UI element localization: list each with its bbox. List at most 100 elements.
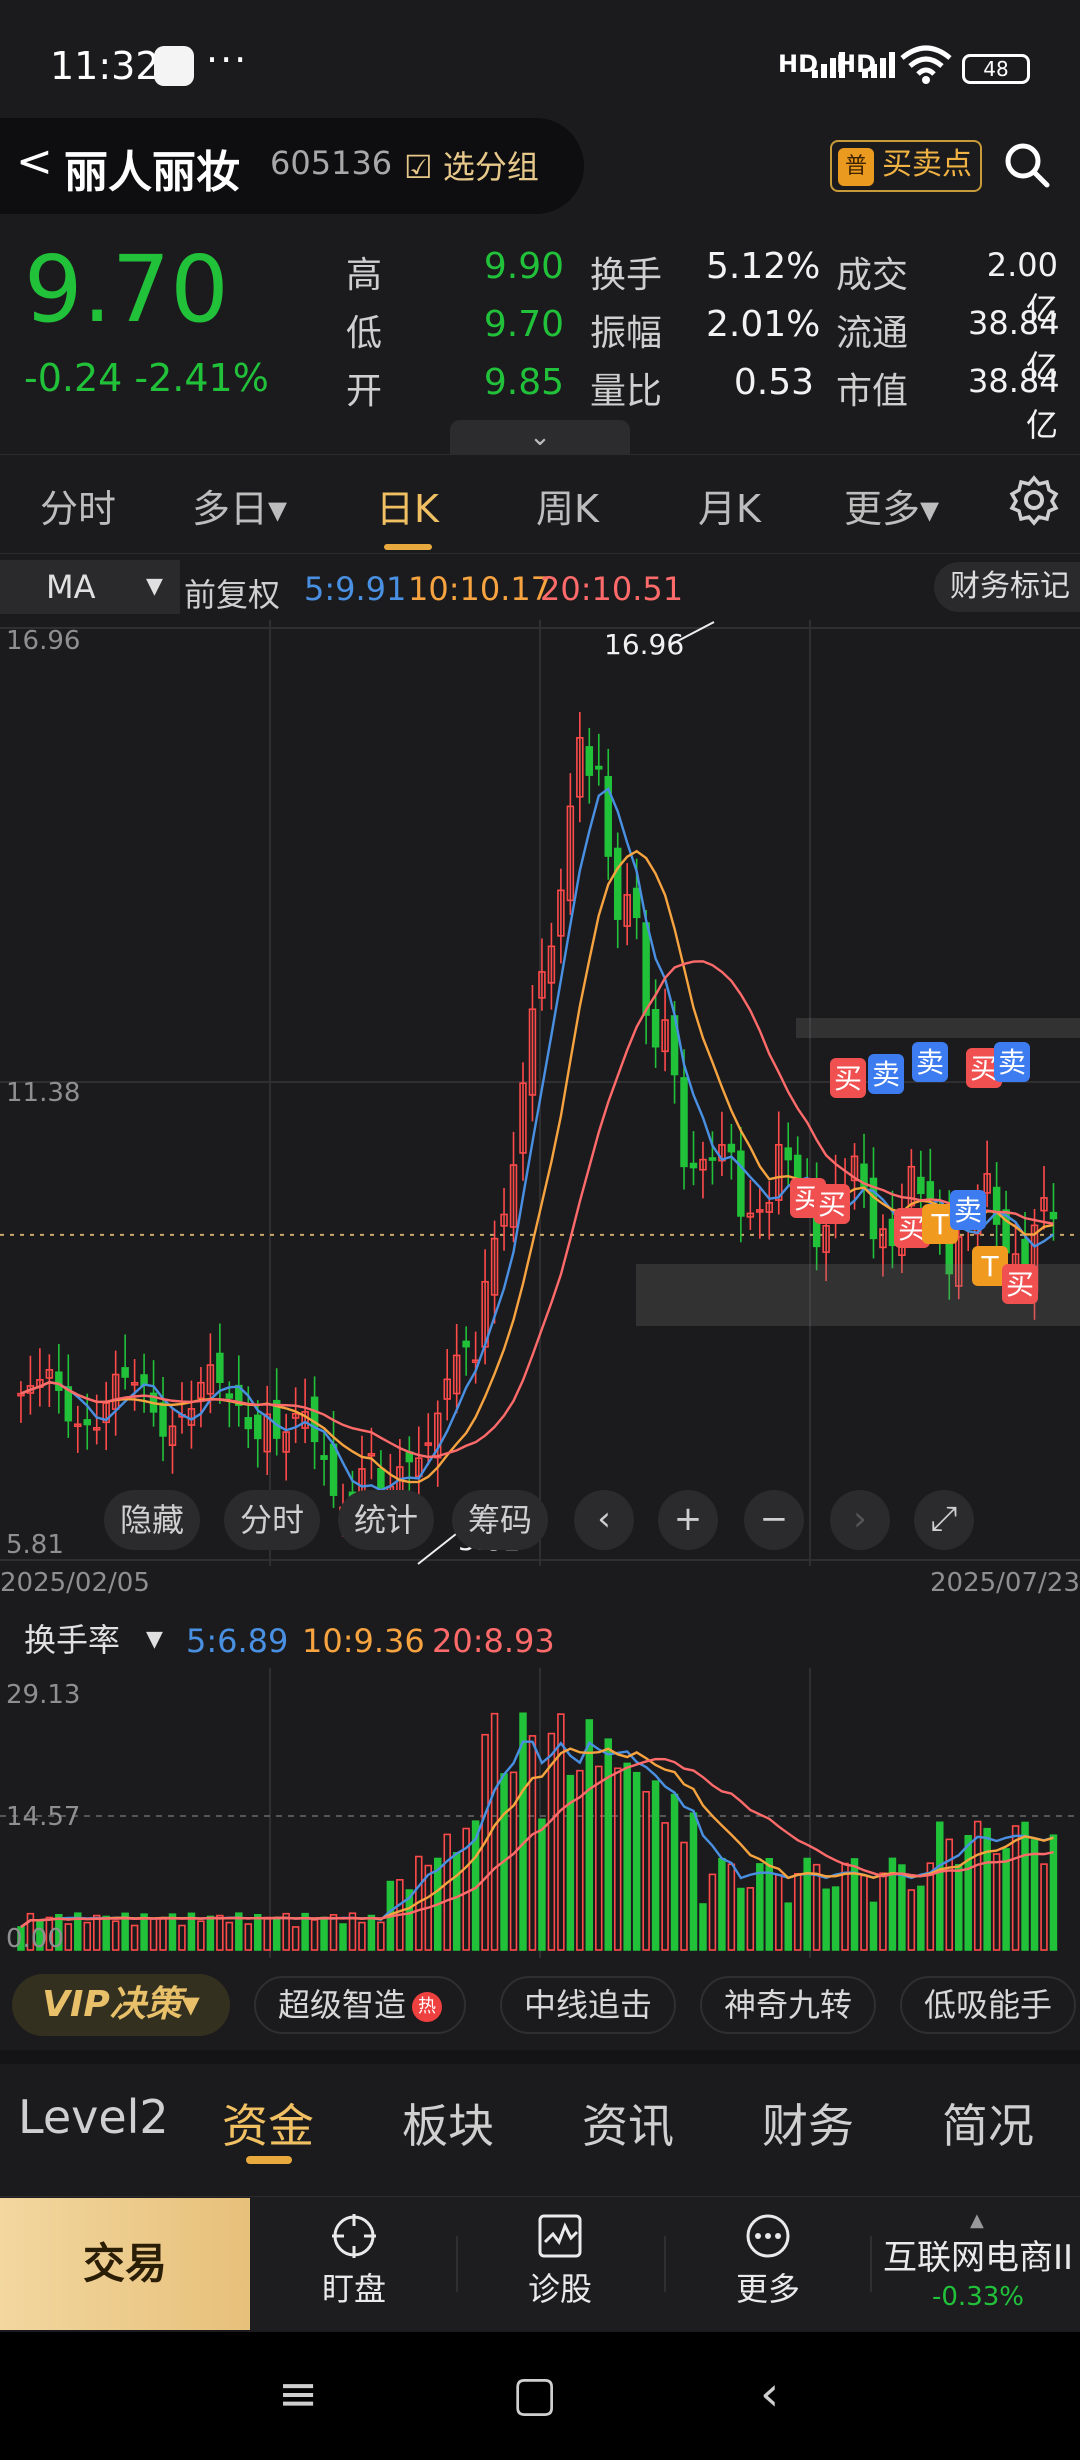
turnover-bar <box>509 1771 518 1951</box>
turnover-bar <box>595 1765 603 1951</box>
prev-icon[interactable]: ‹ <box>574 1490 634 1550</box>
stock-name: 丽人丽妆 <box>64 147 240 198</box>
chart-control-0[interactable]: 隐藏 <box>104 1490 200 1550</box>
candle-body <box>613 847 622 920</box>
chart-control-1[interactable]: 分时 <box>224 1490 320 1550</box>
menu-icon[interactable]: ≡ <box>278 2366 318 2422</box>
candle-body <box>329 1443 338 1496</box>
select-group-button[interactable]: ☑ 选分组 <box>404 142 539 188</box>
turnover-chart[interactable] <box>0 1668 1080 1958</box>
bottom-tab-0[interactable]: Level2 <box>18 2090 169 2144</box>
ma10-value: 10:10.17 <box>408 570 552 608</box>
turnover-bar <box>291 1926 300 1951</box>
strategy-chip-3[interactable]: 低吸能手 <box>900 1976 1077 2034</box>
diagnose-label: 诊股 <box>527 2270 592 2308</box>
chart-icon <box>538 2214 582 2258</box>
pu-badge-icon: 普 <box>838 148 874 186</box>
turnover-bar <box>973 1820 982 1951</box>
turnover-bar <box>1040 1863 1048 1951</box>
buy-sell-points-button[interactable]: 普 买卖点 <box>830 140 982 192</box>
marker-label-3: 买 <box>970 1052 998 1085</box>
candle-body <box>254 1414 262 1440</box>
finance-mark-button[interactable]: 财务标记 <box>934 562 1080 612</box>
turnover-bar <box>443 1833 451 1951</box>
expand-up-icon[interactable]: ▲ <box>970 2210 984 2231</box>
turnover-bar <box>917 1885 925 1951</box>
strategy-chip-1[interactable]: 中线追击 <box>500 1976 677 2034</box>
turnover-bar <box>680 1841 688 1951</box>
zoom-out-icon[interactable]: − <box>744 1490 804 1550</box>
ma5-value: 5:9.91 <box>304 570 407 608</box>
marker-label-11: 买 <box>1006 1268 1034 1301</box>
sub-indicator-select[interactable]: 换手率 ▼ <box>0 1612 180 1668</box>
fullscreen-icon[interactable]: ⤢ <box>914 1490 974 1550</box>
marker-label-7: 买 <box>898 1212 926 1245</box>
candle-body <box>216 1352 224 1384</box>
turnover-bar <box>92 1914 101 1951</box>
marker-label-0: 买 <box>834 1062 862 1095</box>
industry-name[interactable]: 互联网电商II <box>876 2230 1080 2279</box>
candle-body <box>917 1176 925 1195</box>
candle-body <box>992 1186 1001 1225</box>
strategy-chip-2[interactable]: 神奇九转 <box>700 1976 877 2034</box>
tab-2[interactable]: 日K <box>376 478 439 533</box>
bottom-tab-5[interactable]: 简况 <box>942 2090 1034 2156</box>
vip-decision-button[interactable]: VIP决策▾ <box>12 1974 230 2036</box>
stat-value-8: 38.84亿 <box>968 362 1060 444</box>
expand-quote-button[interactable]: ⌄ <box>450 420 630 454</box>
back-icon[interactable]: < <box>16 136 53 187</box>
strategy-chip-0[interactable]: 超级智造热 <box>254 1976 467 2034</box>
gear-icon[interactable] <box>1008 474 1060 526</box>
stat-label-4: 振幅 <box>590 313 663 354</box>
dropdown-arrow-icon: ▼ <box>146 574 163 599</box>
date-end: 2025/07/23 <box>930 1568 1080 1598</box>
stock-title-bar: < 丽人丽妆 605136 ☑ 选分组 <box>0 118 584 214</box>
adjust-mode[interactable]: 前复权 <box>184 570 280 616</box>
battery-icon: 48 <box>962 54 1030 84</box>
candle-body <box>595 765 603 770</box>
zoom-in-icon[interactable]: + <box>658 1490 718 1550</box>
turnover-bar <box>831 1886 840 1951</box>
turnover-bar <box>746 1887 755 1951</box>
turnover-bar <box>689 1812 698 1951</box>
bottom-tab-3[interactable]: 资讯 <box>582 2090 674 2156</box>
chart-control-2[interactable]: 统计 <box>338 1490 434 1550</box>
tab-4[interactable]: 月K <box>698 478 761 533</box>
search-icon[interactable] <box>1002 140 1052 190</box>
tab-0[interactable]: 分时 <box>40 478 116 533</box>
candle-body <box>320 1455 328 1460</box>
ma20-value: 20:10.51 <box>540 570 684 608</box>
candle-body <box>926 1181 935 1200</box>
tab-3[interactable]: 周K <box>536 478 599 533</box>
bottom-tab-1[interactable]: 资金 <box>222 2090 314 2156</box>
stat-value-7: 0.53 <box>733 362 814 403</box>
chart-control-3[interactable]: 筹码 <box>452 1490 548 1550</box>
bottom-tab-2[interactable]: 板块 <box>402 2090 494 2156</box>
kline-chart[interactable]: 买卖卖买卖买买买 T 卖T买 <box>0 620 1080 1566</box>
diagnose-button[interactable]: 诊股 <box>500 2212 620 2310</box>
turnover-bar <box>651 1780 660 1951</box>
turnover-bar <box>197 1920 205 1951</box>
home-icon[interactable]: ▢ <box>512 2366 557 2422</box>
trade-button[interactable]: 交易 <box>0 2198 250 2330</box>
turnover-bar <box>339 1923 347 1951</box>
turnover-bar <box>329 1914 338 1951</box>
turnover-y-mid: 14.57 <box>6 1802 81 1832</box>
bottom-tab-4[interactable]: 财务 <box>762 2090 854 2156</box>
marker-label-6: 买 <box>818 1188 846 1221</box>
turnover-bar <box>793 1872 802 1951</box>
next-icon[interactable]: › <box>830 1490 890 1550</box>
tab-5[interactable]: 更多▾ <box>844 478 939 533</box>
turnover-bar <box>377 1921 385 1951</box>
nav-back-icon[interactable]: ‹ <box>760 2366 779 2422</box>
status-bar: 11:32 ··· HD HD 48 <box>0 0 1080 118</box>
tab-1[interactable]: 多日▾ <box>192 478 287 533</box>
watch-button[interactable]: 盯盘 <box>294 2212 414 2310</box>
indicator-select[interactable]: MA ▼ <box>0 560 180 614</box>
stat-label-0: 高 <box>346 255 383 296</box>
candle-body <box>784 1147 792 1161</box>
more-button[interactable]: 更多 <box>708 2212 828 2310</box>
turnover-bar <box>699 1903 707 1951</box>
stat-value-3: 9.70 <box>483 304 564 345</box>
kline-y-bottom: 5.81 <box>6 1530 64 1560</box>
